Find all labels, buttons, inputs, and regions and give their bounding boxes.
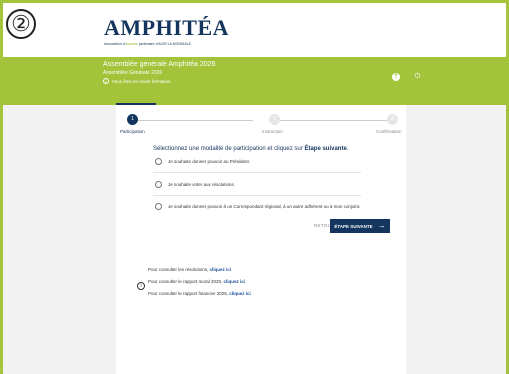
option-vote-label: Je souhaite voter aux résolutions. — [168, 182, 236, 187]
radio-correspondent[interactable] — [155, 203, 162, 210]
step-3-label: Confirmation — [376, 129, 402, 134]
link-moral-report[interactable]: cliquez ici — [224, 279, 246, 284]
step-number-badge: ② — [6, 9, 36, 39]
link-row-text: Pour consulter les résolutions, — [148, 267, 210, 272]
page-subtitle: Assemblée Générale 2026 — [103, 70, 163, 76]
prompt-bold: Étape suivante — [304, 146, 347, 152]
card-accent-line — [116, 103, 156, 105]
option-correspondent-label: Je souhaite donner pouvoir à un Correspo… — [168, 204, 361, 209]
radio-president[interactable] — [155, 158, 162, 165]
form-instruction: Sélectionnez une modalité de participati… — [153, 146, 348, 152]
left-gutter — [3, 105, 116, 374]
radio-vote[interactable] — [155, 181, 162, 188]
brand-logo[interactable]: AMPHITÉA Association d'assurés partenair… — [104, 10, 244, 50]
option-divider — [153, 195, 361, 196]
next-step-button[interactable]: ÉTAPE SUIVANTE → — [330, 219, 390, 233]
link-resolutions[interactable]: cliquez ici — [210, 267, 232, 272]
info-icon: i — [137, 282, 145, 290]
info-icon: i — [103, 78, 109, 84]
option-correspondent[interactable]: Je souhaite donner pouvoir à un Correspo… — [155, 203, 360, 210]
step-2-label: Instruction — [262, 129, 283, 134]
link-row-text: Pour consulter le rapport moral 2025, — [148, 279, 224, 284]
link-row-text: Pour consulter le rapport financier 2025… — [148, 291, 230, 296]
link-row-financial-report: Pour consulter le rapport financier 2025… — [148, 291, 251, 296]
tagline-pre: Association d' — [104, 42, 126, 46]
step-2-dot: 2 — [269, 114, 280, 125]
step-1-dot: 1 — [127, 114, 138, 125]
tagline-accent: assurés — [125, 42, 138, 46]
header-banner: Assemblée générale Amphitéa 2026 Assembl… — [3, 57, 506, 105]
option-divider — [153, 172, 361, 173]
link-row-moral-report: Pour consulter le rapport moral 2025, cl… — [148, 279, 245, 284]
prompt-text: Sélectionnez une modalité de participati… — [153, 146, 305, 152]
option-president-label: Je souhaite donner pouvoir au Président. — [168, 159, 251, 164]
training-mode-notice: i Vous êtes en mode formation — [103, 78, 171, 84]
prompt-end: . — [346, 146, 349, 152]
stepper-line-1 — [138, 120, 253, 121]
progress-stepper: 1 2 3 Participation Instruction Confirma… — [116, 114, 406, 138]
tagline-post: partenaire d'AGIR LA MONDIALE — [137, 42, 191, 46]
logo-wordmark: AMPHITÉA — [104, 15, 229, 40]
stepper-line-2 — [280, 120, 388, 121]
power-icon[interactable]: ⏻ — [413, 72, 422, 81]
link-financial-report[interactable]: cliquez ici — [229, 291, 251, 296]
right-gutter — [406, 105, 506, 374]
step-3-dot: 3 — [387, 114, 398, 125]
training-mode-text: Vous êtes en mode formation — [112, 78, 171, 84]
logo-tagline: Association d'assurés partenaire d'AGIR … — [104, 42, 191, 46]
page-title: Assemblée générale Amphitéa 2026 — [103, 61, 216, 68]
option-president[interactable]: Je souhaite donner pouvoir au Président. — [155, 158, 250, 165]
option-vote[interactable]: Je souhaite voter aux résolutions. — [155, 181, 235, 188]
next-step-label: ÉTAPE SUIVANTE — [334, 223, 373, 229]
help-icon[interactable]: ? — [392, 73, 400, 81]
arrow-right-icon: → — [377, 221, 386, 230]
link-row-resolutions: Pour consulter les résolutions, cliquez … — [148, 267, 231, 272]
step-1-label: Participation — [120, 129, 145, 134]
